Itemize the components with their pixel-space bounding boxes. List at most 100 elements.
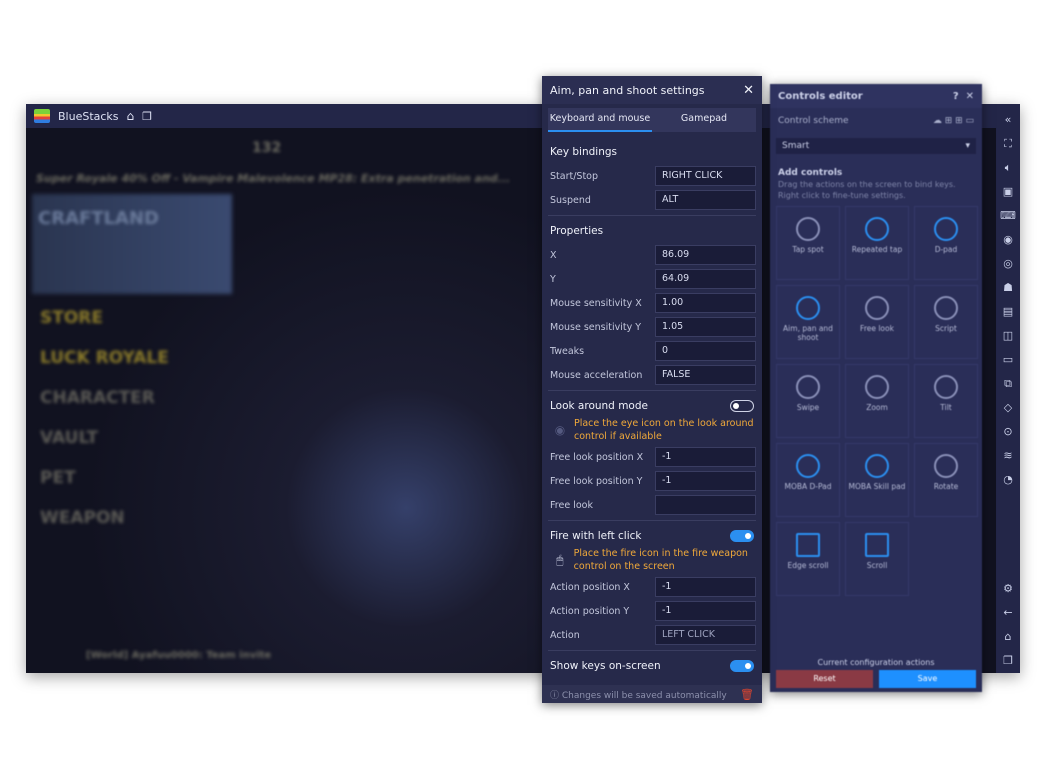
scheme-select[interactable]: Smart ▾ — [776, 138, 976, 154]
tab-keyboard-mouse[interactable]: Keyboard and mouse — [548, 108, 652, 132]
menu-character[interactable]: CHARACTER — [40, 388, 169, 408]
setting-input[interactable]: FALSE — [655, 365, 756, 385]
control-label: D-pad — [934, 245, 958, 254]
close-icon[interactable]: ✕ — [966, 91, 974, 102]
settings-icon[interactable]: ⚙ — [1003, 577, 1013, 601]
setting-row: Suspend ALT — [542, 188, 762, 212]
setting-input[interactable]: 86.09 — [655, 245, 756, 265]
setting-input[interactable]: -1 — [655, 601, 756, 621]
control-icon — [865, 375, 889, 399]
control-item[interactable]: Free look — [845, 285, 909, 359]
recent-apps-icon[interactable]: ❐ — [1003, 649, 1013, 673]
setting-row: Tweaks 0 — [542, 339, 762, 363]
setting-input[interactable]: 0 — [655, 341, 756, 361]
control-icon — [796, 375, 820, 399]
setting-input[interactable]: LEFT CLICK — [655, 625, 756, 645]
control-icon — [934, 217, 958, 241]
location-icon[interactable]: ⊙ — [1003, 420, 1012, 444]
tab-gamepad[interactable]: Gamepad — [652, 108, 756, 132]
gamepad-icon[interactable]: ☗ — [1003, 276, 1013, 300]
add-controls-desc: Drag the actions on the screen to bind k… — [778, 180, 956, 200]
setting-input[interactable] — [655, 495, 756, 515]
control-icon — [865, 217, 889, 241]
control-label: Script — [935, 324, 957, 333]
screenshot-icon[interactable]: ◫ — [1003, 324, 1013, 348]
setting-row: Y 64.09 — [542, 267, 762, 291]
control-label: Zoom — [866, 403, 888, 412]
setting-row: Free look position X -1 — [542, 445, 762, 469]
show-keys-heading: Show keys on-screen — [550, 660, 661, 672]
back-icon[interactable]: ← — [1003, 601, 1012, 625]
key-bindings-heading: Key bindings — [550, 146, 617, 158]
setting-input[interactable]: 1.05 — [655, 317, 756, 337]
fps-icon[interactable]: ▤ — [1003, 300, 1013, 324]
control-item[interactable]: Repeated tap — [845, 206, 909, 280]
setting-label: Free look position X — [550, 451, 644, 463]
delete-icon[interactable]: 🗑︎ — [740, 688, 754, 701]
control-icon — [796, 217, 820, 241]
control-label: Edge scroll — [787, 561, 829, 570]
setting-input[interactable]: 1.00 — [655, 293, 756, 313]
control-item[interactable]: Swipe — [776, 364, 840, 438]
setting-row: Action LEFT CLICK — [542, 623, 762, 647]
control-item[interactable]: Aim, pan and shoot — [776, 285, 840, 359]
eco-icon[interactable]: ◔ — [1003, 468, 1013, 492]
help-icon[interactable]: ? — [953, 91, 959, 102]
close-icon[interactable]: ✕ — [743, 83, 754, 98]
control-item[interactable]: Edge scroll — [776, 522, 840, 596]
record-icon[interactable]: ◉ — [1003, 228, 1013, 252]
menu-vault[interactable]: VAULT — [40, 428, 169, 448]
setting-input[interactable]: -1 — [655, 577, 756, 597]
control-item[interactable]: Zoom — [845, 364, 909, 438]
setting-input[interactable]: RIGHT CLICK — [655, 166, 756, 186]
menu-pet[interactable]: PET — [40, 468, 169, 488]
control-icon — [934, 296, 958, 320]
autosave-note: Changes will be saved automatically — [561, 690, 727, 701]
setting-label: Tweaks — [550, 345, 585, 357]
setting-input[interactable]: ALT — [655, 190, 756, 210]
control-item[interactable]: Tap spot — [776, 206, 840, 280]
setting-row: Action position Y -1 — [542, 599, 762, 623]
reset-button[interactable]: Reset — [776, 670, 873, 688]
rotate-icon[interactable]: ◇ — [1004, 396, 1012, 420]
control-label: Scroll — [866, 561, 888, 570]
layers-icon[interactable]: ≋ — [1003, 444, 1012, 468]
fire-toggle[interactable] — [730, 530, 754, 542]
look-around-toggle[interactable] — [730, 400, 754, 412]
show-keys-toggle[interactable] — [730, 660, 754, 672]
keyboard-icon[interactable]: ⌨ — [1000, 204, 1016, 228]
home-icon[interactable]: ⌂ — [1005, 625, 1012, 649]
multi-instance-icon[interactable]: ⧉ — [1004, 372, 1012, 396]
divider — [548, 520, 756, 521]
macro-icon[interactable]: ◎ — [1003, 252, 1013, 276]
folder-icon[interactable]: ▭ — [1003, 348, 1013, 372]
control-item[interactable]: Rotate — [914, 443, 978, 517]
control-item[interactable]: Script — [914, 285, 978, 359]
menu-weapon[interactable]: WEAPON — [40, 508, 169, 528]
setting-row: Mouse acceleration FALSE — [542, 363, 762, 387]
setting-label: Suspend — [550, 194, 591, 206]
setting-label: X — [550, 249, 557, 261]
control-item[interactable]: D-pad — [914, 206, 978, 280]
fullscreen-icon[interactable]: ⛶ — [1004, 132, 1012, 156]
menu-store[interactable]: STORE — [40, 308, 169, 328]
control-item[interactable]: Tilt — [914, 364, 978, 438]
multi-instance-icon[interactable]: ❐ — [142, 110, 152, 123]
control-item[interactable]: MOBA D-Pad — [776, 443, 840, 517]
scheme-actions-icon[interactable]: ☁ ⊞ ⊞ ▭ — [933, 109, 974, 133]
setting-input[interactable]: 64.09 — [655, 269, 756, 289]
home-icon[interactable]: ⌂ — [127, 109, 135, 123]
setting-label: Free look position Y — [550, 475, 643, 487]
control-label: Rotate — [933, 482, 959, 491]
menu-luck-royale[interactable]: LUCK ROYALE — [40, 348, 169, 368]
control-icon — [796, 533, 820, 557]
setting-input[interactable]: -1 — [655, 471, 756, 491]
volume-icon[interactable]: 🔈︎ — [1005, 156, 1012, 180]
craftland-title: CRAFTLAND — [38, 208, 159, 229]
save-button[interactable]: Save — [879, 670, 976, 688]
pointer-icon[interactable]: ▣ — [1003, 180, 1013, 204]
control-item[interactable]: MOBA Skill pad — [845, 443, 909, 517]
collapse-icon[interactable]: « — [1005, 108, 1012, 132]
control-item[interactable]: Scroll — [845, 522, 909, 596]
setting-input[interactable]: -1 — [655, 447, 756, 467]
